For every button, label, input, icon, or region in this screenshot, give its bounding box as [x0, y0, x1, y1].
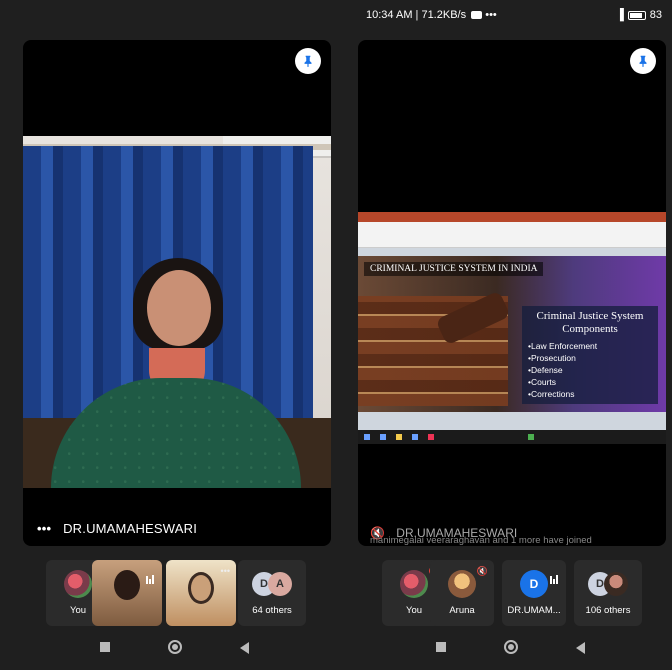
status-bar: 10:34 AM | 71.2KB/s ••• ▐ 83 — [336, 0, 672, 30]
avatar — [604, 572, 628, 596]
participant-strip: 🔇 You 🔇 Aruna D DR.UMAM... D 106 others — [336, 560, 672, 626]
signal-icon: ▐ — [615, 9, 624, 21]
list-item: Defense — [528, 364, 652, 376]
audio-level-icon — [146, 566, 156, 584]
tile-label: 106 others — [585, 605, 631, 616]
avatar — [188, 572, 214, 604]
system-navbar — [0, 630, 336, 670]
pin-button[interactable] — [295, 48, 321, 74]
recents-button[interactable] — [436, 642, 446, 652]
slide: CRIMINAL JUSTICE SYSTEM IN INDIA Crimina… — [358, 256, 666, 412]
tile-aruna[interactable]: 🔇 Aruna — [430, 560, 494, 626]
others-avatars: D — [588, 572, 628, 596]
avatar: D — [520, 570, 548, 598]
main-stage[interactable]: CRIMINAL JUSTICE SYSTEM IN INDIA Crimina… — [358, 40, 666, 546]
join-notification: manimegalai veeraraghavan and 1 more hav… — [370, 535, 592, 546]
youtube-icon — [471, 11, 483, 20]
tile-participant-video-2[interactable]: ••• — [166, 560, 236, 626]
avatar — [64, 570, 92, 598]
slide-box-title: Criminal Justice System Components — [536, 310, 644, 335]
home-button[interactable] — [504, 640, 518, 654]
participant-video — [23, 136, 331, 488]
tile-others[interactable]: D A 64 others — [238, 560, 306, 626]
others-avatars: D A — [252, 572, 292, 596]
status-time: 10:34 AM | 71.2KB/s — [366, 9, 467, 21]
home-button[interactable] — [168, 640, 182, 654]
phone-left: ••• DR.UMAMAHESWARI 🔇 You ••• D A 64 oth… — [0, 0, 336, 670]
battery-icon — [627, 10, 646, 20]
list-item: Courts — [528, 376, 652, 388]
tile-participant-video[interactable] — [92, 560, 162, 626]
more-options-icon[interactable]: ••• — [37, 521, 51, 536]
system-navbar — [336, 630, 672, 670]
tile-label: 64 others — [252, 605, 292, 616]
back-button[interactable] — [240, 642, 249, 654]
recents-button[interactable] — [100, 642, 110, 652]
pin-icon — [639, 55, 647, 67]
tile-label: DR.UMAM... — [507, 605, 561, 616]
avatar — [400, 570, 428, 598]
list-item: Prosecution — [528, 352, 652, 364]
list-item: Law Enforcement — [528, 340, 652, 352]
more-icon: ••• — [220, 566, 230, 576]
avatar: A — [268, 572, 292, 596]
screen-share: CRIMINAL JUSTICE SYSTEM IN INDIA Crimina… — [358, 212, 666, 444]
audio-level-icon — [550, 566, 560, 584]
powerpoint-titlebar — [358, 212, 666, 222]
phone-right: 10:34 AM | 71.2KB/s ••• ▐ 83 CRIMINAL JU… — [336, 0, 672, 670]
slide-content-box: Criminal Justice System Components Law E… — [522, 306, 658, 404]
list-item: Corrections — [528, 388, 652, 400]
back-button[interactable] — [576, 642, 585, 654]
main-stage[interactable]: ••• DR.UMAMAHESWARI — [23, 40, 331, 546]
slide-list: Law Enforcement Prosecution Defense Cour… — [528, 340, 652, 400]
tile-dr-umam[interactable]: D DR.UMAM... — [502, 560, 566, 626]
avatar — [448, 570, 476, 598]
slide-title: CRIMINAL JUSTICE SYSTEM IN INDIA — [364, 262, 544, 276]
pin-button[interactable] — [630, 48, 656, 74]
pin-icon — [304, 55, 312, 67]
participant-strip: 🔇 You ••• D A 64 others — [0, 560, 336, 626]
speaker-name-label: ••• DR.UMAMAHESWARI — [37, 521, 197, 536]
status-extra: ••• — [485, 9, 497, 21]
battery-level: 83 — [649, 9, 662, 21]
tile-others[interactable]: D 106 others — [574, 560, 642, 626]
mic-off-icon: 🔇 — [476, 566, 488, 576]
windows-taskbar — [358, 430, 666, 444]
speaker-name: DR.UMAMAHESWARI — [63, 521, 198, 536]
tile-label: Aruna — [449, 605, 475, 616]
powerpoint-ribbon — [358, 222, 666, 248]
participant-face — [147, 270, 211, 346]
avatar — [114, 570, 140, 600]
